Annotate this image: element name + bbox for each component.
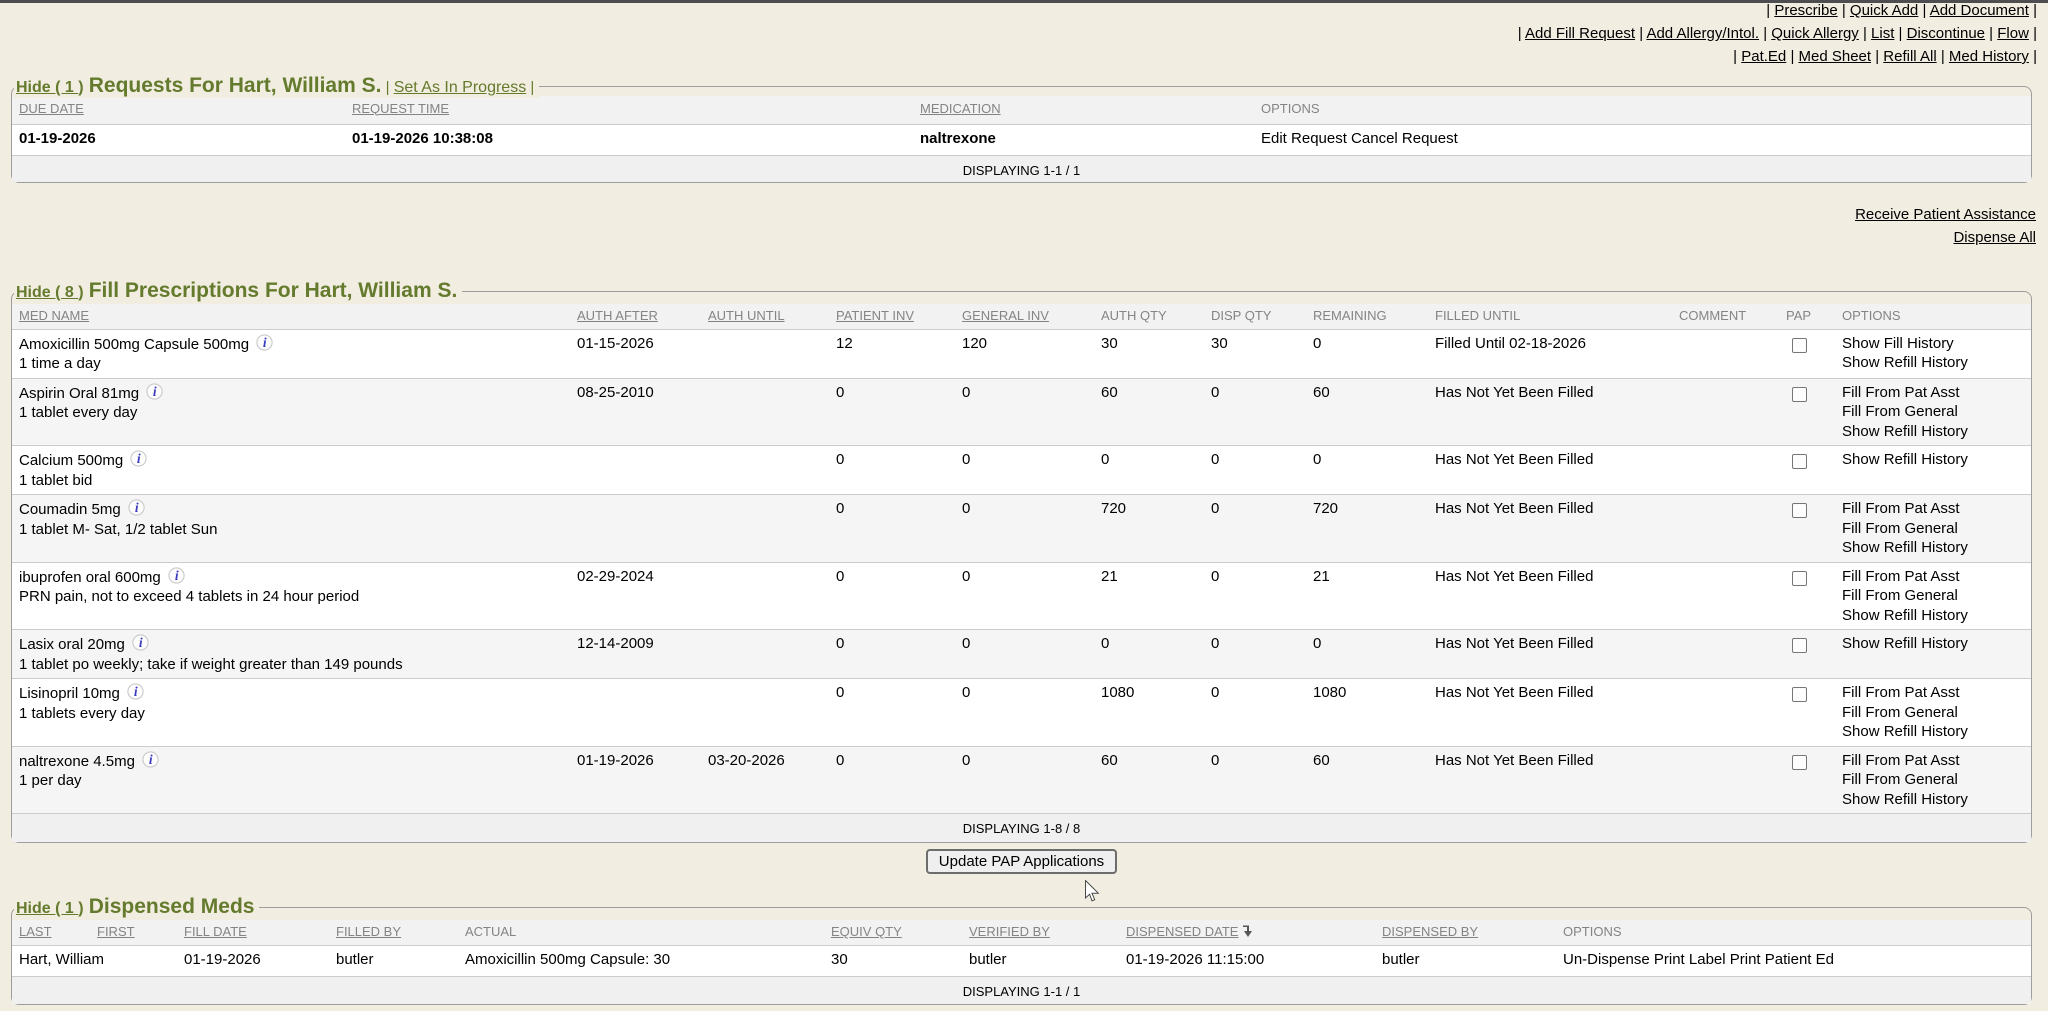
svg-text:i: i [263, 335, 267, 350]
svg-text:i: i [175, 568, 179, 583]
svg-text:i: i [139, 635, 143, 650]
svg-text:i: i [137, 451, 141, 466]
svg-text:i: i [134, 684, 138, 699]
svg-text:i: i [135, 500, 139, 515]
svg-text:i: i [149, 752, 153, 767]
svg-text:i: i [153, 384, 157, 399]
